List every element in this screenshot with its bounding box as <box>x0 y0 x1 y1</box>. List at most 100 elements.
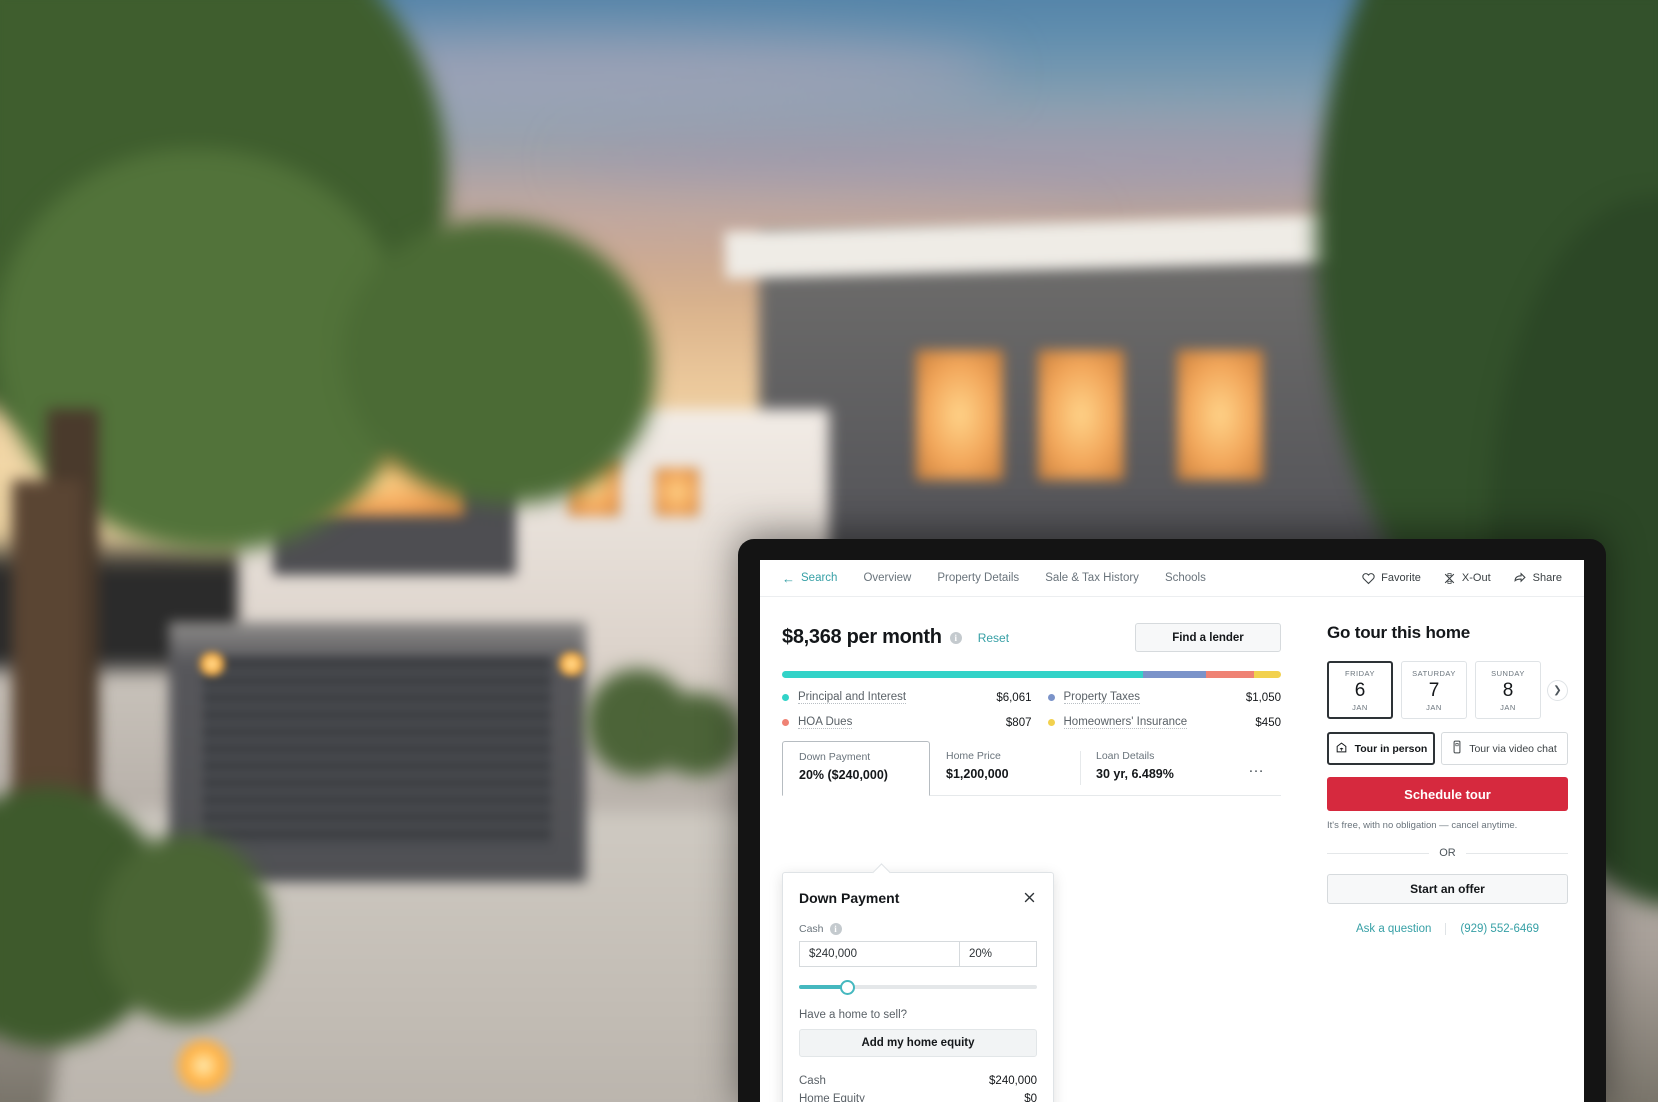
date-dow: FRIDAY <box>1345 668 1375 678</box>
have-home-to-sell-label: Have a home to sell? <box>799 1009 908 1021</box>
tab-down-payment[interactable]: Down Payment 20% ($240,000) <box>782 741 930 796</box>
tour-date-option-friday[interactable]: FRIDAY 6 JAN <box>1327 661 1393 719</box>
page-content: $8,368 per month i Reset Find a lender P… <box>760 597 1584 1102</box>
legend-label[interactable]: HOA Dues <box>798 716 853 729</box>
tour-in-person-label: Tour in person <box>1354 742 1428 755</box>
tab-label: Down Payment <box>799 751 871 763</box>
x-out-label: X-Out <box>1461 572 1491 584</box>
schedule-tour-note: It's free, with no obligation — cancel a… <box>1327 820 1518 831</box>
tour-date-option-saturday[interactable]: SATURDAY 7 JAN <box>1401 661 1467 719</box>
or-separator: OR <box>1327 847 1568 859</box>
bar-segment <box>1254 671 1281 678</box>
cash-label: Cash <box>799 923 824 935</box>
summary-label: Home Equity <box>799 1093 865 1102</box>
legend-row: Principal and Interest $6,061 Property T… <box>782 691 1281 704</box>
share-icon <box>1513 571 1527 585</box>
tab-loan-details[interactable]: Loan Details 30 yr, 6.489% <box>1080 741 1238 795</box>
summary-value: $0 <box>1024 1093 1037 1102</box>
nav-item-property-details[interactable]: Property Details <box>937 572 1019 584</box>
browser-viewport: ← Search Overview Property Details Sale … <box>760 560 1584 1102</box>
add-home-equity-button[interactable]: Add my home equity <box>799 1029 1037 1057</box>
legend-dot <box>1047 719 1055 726</box>
slider-thumb[interactable] <box>839 980 855 995</box>
house-tour-icon <box>1335 741 1348 757</box>
nav-item-overview[interactable]: Overview <box>863 572 911 584</box>
down-payment-amount-input[interactable]: $240,000 <box>799 941 959 967</box>
popover-title: Down Payment <box>799 890 900 906</box>
tour-panel: Go tour this home FRIDAY 6 JAN SATURDAY … <box>1303 597 1584 1102</box>
date-day: 8 <box>1502 679 1514 701</box>
legend-value: $807 <box>1005 716 1032 729</box>
legend-item-property-taxes[interactable]: Property Taxes $1,050 <box>1032 691 1281 704</box>
tour-via-video-label: Tour via video chat <box>1469 742 1557 755</box>
close-icon[interactable] <box>1022 890 1037 905</box>
down-payment-slider[interactable] <box>799 980 1037 995</box>
start-an-offer-button[interactable]: Start an offer <box>1327 874 1568 904</box>
favorite-button[interactable]: Favorite <box>1362 572 1421 585</box>
chevron-right-icon[interactable]: ❯ <box>1547 679 1568 701</box>
down-payment-inputs: $240,000 20% <box>799 941 1037 967</box>
ask-a-question-link[interactable]: Ask a question <box>1356 923 1431 935</box>
info-icon[interactable]: i <box>949 631 962 644</box>
tour-panel-title: Go tour this home <box>1327 623 1470 642</box>
tour-date-option-sunday[interactable]: SUNDAY 8 JAN <box>1475 661 1541 719</box>
payment-breakdown-bar <box>782 671 1281 678</box>
info-icon[interactable]: i <box>829 923 842 935</box>
top-navbar: ← Search Overview Property Details Sale … <box>760 560 1584 597</box>
legend-value: $1,050 <box>1245 691 1281 704</box>
tour-mode-selector: Tour in person Tour via video chat <box>1327 732 1568 765</box>
date-dow: SUNDAY <box>1491 668 1525 678</box>
date-day: 7 <box>1428 679 1440 701</box>
legend-dot <box>1047 694 1055 701</box>
or-label: OR <box>1439 847 1456 859</box>
back-to-search-link[interactable]: ← Search <box>782 572 837 585</box>
date-dow: SATURDAY <box>1412 668 1456 678</box>
summary-row-cash: Cash $240,000 <box>799 1075 1037 1087</box>
tab-value: 20% ($240,000) <box>799 768 888 782</box>
summary-row-home-equity: Home Equity $0 <box>799 1093 1037 1102</box>
back-to-search-label: Search <box>801 572 838 584</box>
down-payment-summary: Cash $240,000 Home Equity $0 <box>799 1075 1037 1102</box>
summary-label: Cash <box>799 1075 826 1087</box>
nav-item-schools[interactable]: Schools <box>1165 572 1206 584</box>
tab-home-price[interactable]: Home Price $1,200,000 <box>930 741 1080 795</box>
payment-header: $8,368 per month i Reset Find a lender <box>782 623 1281 652</box>
date-day: 6 <box>1354 679 1366 701</box>
summary-value: $240,000 <box>989 1075 1037 1087</box>
down-payment-percent-input[interactable]: 20% <box>959 941 1037 967</box>
share-label: Share <box>1532 572 1562 584</box>
tab-value: 30 yr, 6.489% <box>1096 767 1174 781</box>
reset-link[interactable]: Reset <box>978 631 1009 645</box>
separator-line-right <box>1465 852 1568 854</box>
tour-in-person-button[interactable]: Tour in person <box>1327 732 1435 765</box>
legend-label[interactable]: Homeowners' Insurance <box>1063 716 1188 729</box>
legend-value: $450 <box>1255 716 1281 729</box>
calculator-tabs: Down Payment 20% ($240,000) Home Price $… <box>782 741 1281 796</box>
nav-item-sale-tax-history[interactable]: Sale & Tax History <box>1045 572 1139 584</box>
legend-item-hoa-dues[interactable]: HOA Dues $807 <box>782 716 1032 729</box>
legend-dot <box>782 694 789 701</box>
contact-row: Ask a question (929) 552-6469 <box>1327 923 1568 935</box>
x-out-icon <box>1443 572 1456 585</box>
cash-field-label-row: Cash i <box>799 923 1037 935</box>
share-button[interactable]: Share <box>1513 571 1562 585</box>
tour-date-picker: FRIDAY 6 JAN SATURDAY 7 JAN SUNDAY 8 JAN <box>1327 661 1568 719</box>
legend-item-principal-interest[interactable]: Principal and Interest $6,061 <box>782 691 1032 704</box>
x-out-button[interactable]: X-Out <box>1443 572 1491 585</box>
schedule-tour-button[interactable]: Schedule tour <box>1327 777 1568 811</box>
legend-label[interactable]: Principal and Interest <box>798 691 907 704</box>
bar-segment <box>1143 671 1206 678</box>
legend-label[interactable]: Property Taxes <box>1063 691 1140 704</box>
tab-label: Loan Details <box>1096 750 1155 762</box>
legend-row: HOA Dues $807 Homeowners' Insurance $450 <box>782 716 1281 729</box>
tour-via-video-button[interactable]: Tour via video chat <box>1441 732 1568 765</box>
bar-segment <box>782 671 1144 678</box>
phone-number-link[interactable]: (929) 552-6469 <box>1460 923 1539 935</box>
contact-divider <box>1445 923 1447 935</box>
separator-line-left <box>1327 852 1430 854</box>
find-a-lender-button[interactable]: Find a lender <box>1135 623 1281 652</box>
tabs-more-button[interactable]: … <box>1238 741 1281 795</box>
payment-calculator-panel: $8,368 per month i Reset Find a lender P… <box>760 597 1303 1102</box>
legend-dot <box>782 719 789 726</box>
legend-item-homeowners-insurance[interactable]: Homeowners' Insurance $450 <box>1032 716 1281 729</box>
